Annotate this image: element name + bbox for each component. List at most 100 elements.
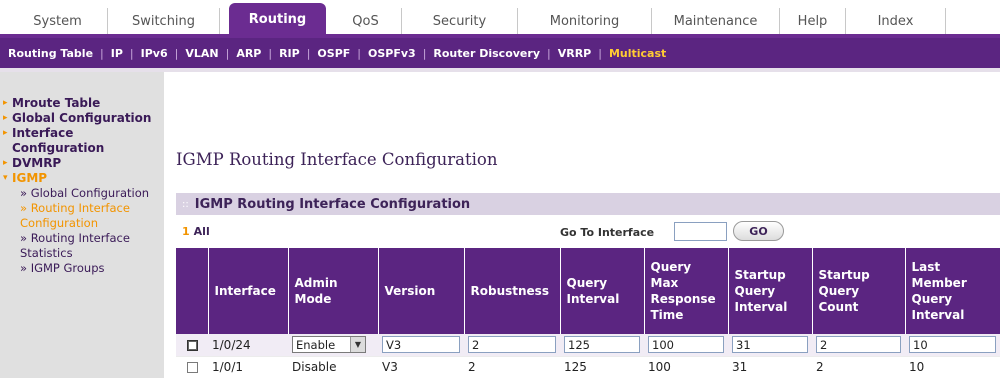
row-checkbox[interactable] [186,339,198,351]
tab-maintenance[interactable]: Maintenance [652,8,780,34]
sidebar-item-mroute-table[interactable]: ▸ Mroute Table [3,96,164,111]
subnav-vlan[interactable]: VLAN [185,47,218,60]
row-select-cell [176,334,208,357]
last-member-query-interval-input[interactable] [909,336,996,354]
sidebar-item-global-configuration[interactable]: ▸ Global Configuration [3,111,164,126]
subnav-ospfv3[interactable]: OSPFv3 [368,47,416,60]
chevron-right-icon: ▸ [3,113,8,123]
subnav-vrrp[interactable]: VRRP [558,47,592,60]
column-header: Admin Mode [288,248,379,334]
subnav-separator: | [268,46,273,60]
robustness-cell [464,334,560,357]
subnav-multicast[interactable]: Multicast [609,47,666,60]
sidebar-item-dvmrp[interactable]: ▸ DVMRP [3,156,164,171]
sidebar-item-label: DVMRP [12,156,62,170]
row-count-number: 1 [182,225,190,238]
subnav-router-discovery[interactable]: Router Discovery [433,47,540,60]
table-row[interactable]: 1/0/1 Disable V3 2 125 100 31 2 10 [176,356,1000,378]
subnav-bar: Routing Table | IP | IPv6 | VLAN | ARP |… [0,38,1000,68]
query-interval-input[interactable] [564,336,640,354]
query-max-response-time-input[interactable] [648,336,724,354]
subnav-separator: | [129,46,134,60]
last-member-query-interval-cell: 10 [905,356,1000,378]
subnav-separator: | [422,46,427,60]
startup-query-interval-cell [728,334,812,357]
go-button[interactable]: GO [733,221,784,241]
admin-mode-cell: Disable [288,356,378,378]
row-checkbox[interactable] [186,362,198,373]
sidebar-item-label: IGMP [12,171,48,185]
startup-query-count-cell [812,334,905,357]
version-cell: V3 [378,356,464,378]
sidebar-subitem-global-configuration[interactable]: » Global Configuration [12,186,164,201]
query-interval-cell [560,334,644,357]
tab-system[interactable]: System [8,8,108,34]
subnav-routing-table[interactable]: Routing Table [8,47,93,60]
sidebar-item-label: Global Configuration [12,111,152,125]
subnav-separator: | [547,46,551,60]
table-toolbar: 1 All Go To Interface GO [176,219,1000,245]
chevron-down-icon: ▾ [3,173,8,183]
sidebar: ▸ Mroute Table ▸ Global Configuration ▸ … [0,72,164,378]
goto-interface-label: Go To Interface [560,226,655,239]
subnav-separator: | [306,46,311,60]
sidebar-item-interface-configuration[interactable]: ▸ Interface Configuration [3,126,164,156]
row-select-cell [176,356,208,378]
tab-routing[interactable]: Routing [229,3,326,36]
tab-index[interactable]: Index [846,8,946,34]
column-header: Startup Query Interval [728,248,813,334]
sidebar-subitem-igmp-groups[interactable]: » IGMP Groups [12,261,164,276]
admin-mode-select[interactable]: Enable ▼ [292,336,366,354]
tab-switching[interactable]: Switching [108,8,220,34]
column-header: Query Max Response Time [644,248,729,334]
subnav-arp[interactable]: ARP [236,47,261,60]
chevron-right-icon: ▸ [3,128,8,138]
startup-query-count-cell: 2 [812,356,905,378]
panel-grip-icon: :: [182,198,189,210]
select-column-header [176,248,209,334]
query-interval-cell: 125 [560,356,644,378]
panel-header: :: IGMP Routing Interface Configuration [176,193,1000,215]
startup-query-interval-input[interactable] [732,336,808,354]
tab-help[interactable]: Help [780,8,846,34]
version-cell [378,334,464,357]
chevron-right-icon: ▸ [3,98,8,108]
admin-mode-cell: Enable ▼ [288,334,378,357]
sidebar-item-label: Interface Configuration [12,126,105,155]
subnav-separator: | [357,46,361,60]
subnav-ospf[interactable]: OSPF [317,47,350,60]
goto-interface-input[interactable] [674,222,727,241]
tab-monitoring[interactable]: Monitoring [518,8,652,34]
page-title: IGMP Routing Interface Configuration [176,150,498,169]
sidebar-subitem-routing-interface-configuration[interactable]: » Routing Interface Configuration [12,201,164,231]
sidebar-item-label: Mroute Table [12,96,101,110]
subnav-separator: | [598,46,602,60]
table-edit-row: 1/0/24 Enable ▼ [176,334,1000,357]
column-header: Interface [208,248,289,334]
version-input[interactable] [382,336,460,354]
query-max-response-time-cell [644,334,728,357]
column-header: Startup Query Count [812,248,906,334]
last-member-query-interval-cell [905,334,1000,357]
subnav-separator: | [100,46,104,60]
tab-qos[interactable]: QoS [330,8,402,34]
startup-query-count-input[interactable] [816,336,901,354]
subnav-ip[interactable]: IP [111,47,123,60]
interface-cell: 1/0/1 [208,356,288,378]
startup-query-interval-cell: 31 [728,356,812,378]
query-max-response-time-cell: 100 [644,356,728,378]
subnav-ipv6[interactable]: IPv6 [141,47,168,60]
sidebar-item-igmp[interactable]: ▾ IGMP [3,171,164,186]
subnav-separator: | [225,46,230,60]
admin-mode-value: Enable [296,337,336,352]
tab-security[interactable]: Security [402,8,518,34]
row-count: 1 All [182,225,210,238]
top-nav-tabs: System Switching Routing QoS Security Mo… [0,0,1000,40]
column-header: Robustness [464,248,561,334]
chevron-right-icon: ▸ [3,158,8,168]
robustness-input[interactable] [468,336,556,354]
igmp-interface-table: Interface Admin Mode Version Robustness … [176,248,1000,378]
subnav-rip[interactable]: RIP [279,47,300,60]
sidebar-subitem-routing-interface-statistics[interactable]: » Routing Interface Statistics [12,231,164,261]
interface-cell: 1/0/24 [208,334,288,357]
